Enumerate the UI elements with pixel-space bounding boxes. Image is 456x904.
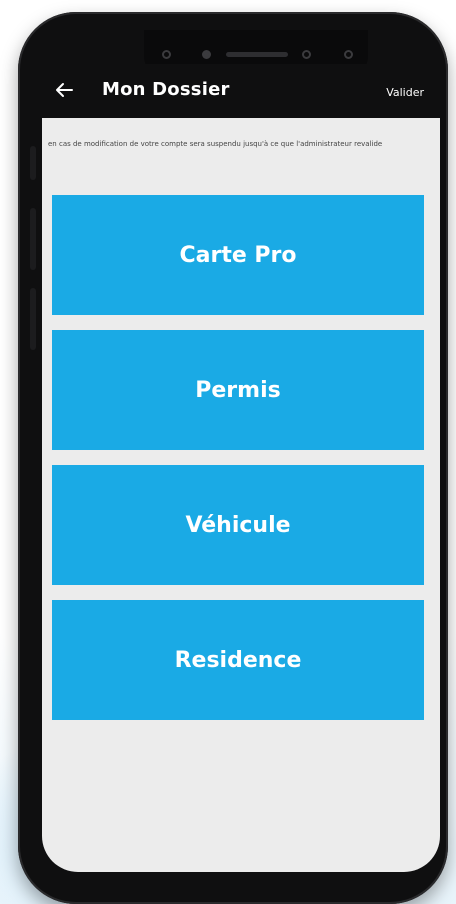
menu-item-label: Residence [174, 647, 302, 673]
document-menu: Carte Pro Permis Véhicule Residence [52, 195, 424, 720]
permis-button[interactable]: Permis [52, 330, 424, 450]
volume-up-button [30, 208, 36, 270]
menu-item-label: Carte Pro [179, 242, 297, 268]
carte-pro-button[interactable]: Carte Pro [52, 195, 424, 315]
mute-switch [30, 146, 36, 180]
page-title: Mon Dossier [102, 79, 230, 100]
sensor-dot [162, 50, 171, 59]
sensor-dot [302, 50, 311, 59]
sensor-dot [344, 50, 353, 59]
camera-dot [202, 50, 211, 59]
validate-button[interactable]: Valider [386, 86, 424, 99]
arrow-left-icon[interactable] [52, 78, 76, 102]
residence-button[interactable]: Residence [52, 600, 424, 720]
earpiece-speaker [226, 52, 288, 57]
menu-item-label: Permis [195, 377, 281, 403]
vehicule-button[interactable]: Véhicule [52, 465, 424, 585]
marketing-stage: Mon Dossier Valider en cas de modificati… [0, 0, 456, 904]
volume-down-button [30, 288, 36, 350]
suspension-notice: en cas de modification de votre compte s… [48, 140, 383, 148]
app-bar: Mon Dossier Valider [42, 64, 440, 118]
menu-item-label: Véhicule [185, 512, 291, 538]
app-screen: Mon Dossier Valider en cas de modificati… [42, 64, 440, 872]
